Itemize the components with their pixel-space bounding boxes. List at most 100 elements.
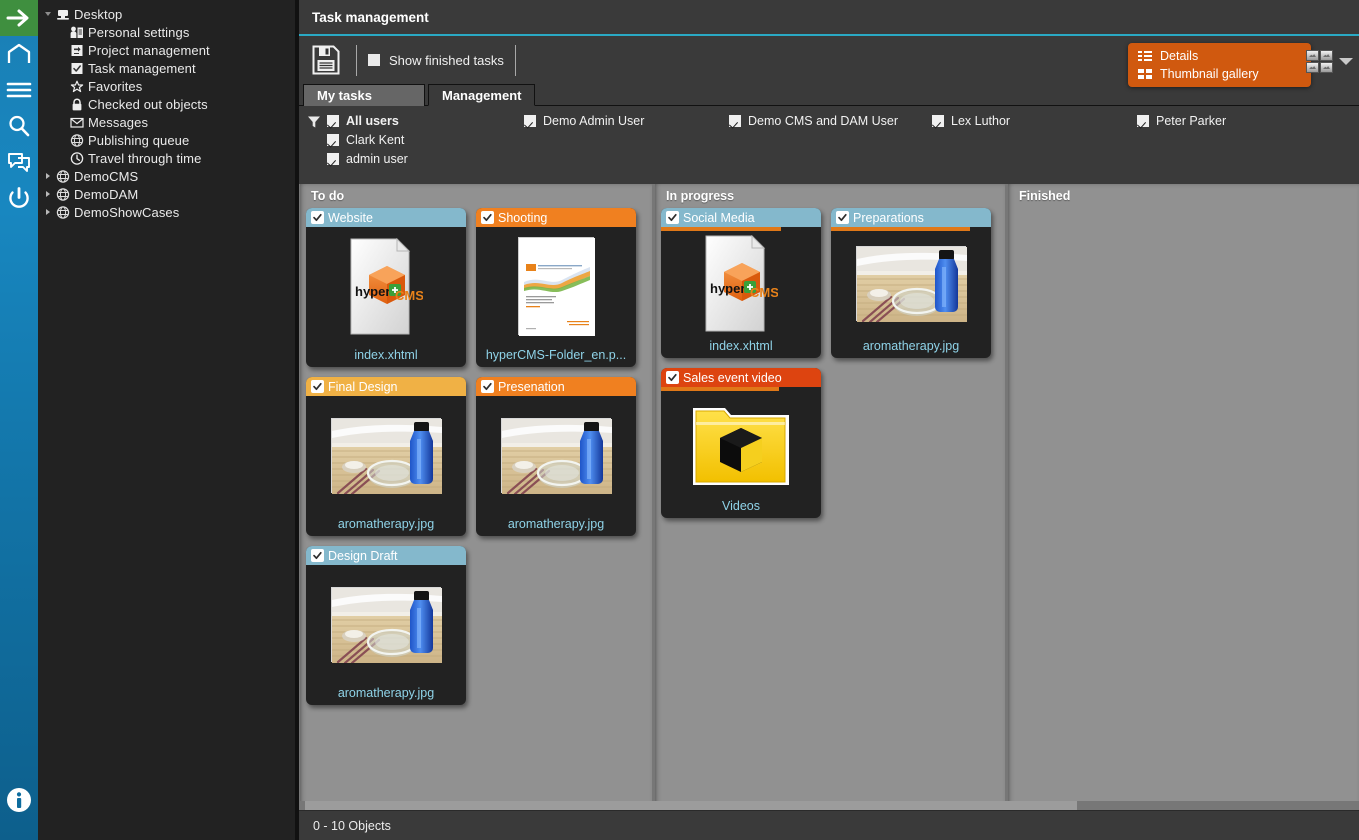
card-checkbox-icon[interactable] (311, 380, 324, 393)
card-file-label[interactable]: index.xhtml (661, 336, 821, 353)
card-thumbnail[interactable] (306, 396, 466, 514)
user-filter-demo-cms-and-dam-user[interactable]: Demo CMS and DAM User (729, 112, 932, 129)
card-header[interactable]: Preparations (831, 208, 991, 227)
tree-item-publishing-queue[interactable]: Publishing queue (38, 131, 295, 149)
twisty-icon[interactable] (42, 172, 54, 180)
tree-item-task-management[interactable]: Task management (38, 59, 295, 77)
card-header[interactable]: Social Media (661, 208, 821, 227)
card-file-label[interactable]: index.xhtml (306, 345, 466, 362)
kanban-column-todo[interactable]: To do WebsitehyperCMSindex.xhtmlShooting… (300, 184, 652, 810)
power-icon[interactable] (0, 180, 38, 216)
tree-item-desktop[interactable]: Desktop (38, 5, 295, 23)
twisty-icon[interactable] (42, 190, 54, 198)
user-filter-label: Demo Admin User (543, 114, 644, 128)
thumbnail-grid-icon[interactable] (1306, 50, 1333, 73)
task-card[interactable]: Sales event video Videos (661, 368, 821, 518)
tree-item-messages[interactable]: Messages (38, 113, 295, 131)
user-filter-label: All users (346, 114, 399, 128)
user-filter-label: Lex Luthor (951, 114, 1010, 128)
tree-item-label: Desktop (71, 7, 122, 22)
home-icon[interactable] (0, 36, 38, 72)
card-checkbox-icon[interactable] (481, 211, 494, 224)
card-thumbnail[interactable]: hyperCMS (306, 227, 466, 345)
view-mode-menu[interactable]: DetailsThumbnail gallery (1128, 43, 1311, 87)
tree-item-favorites[interactable]: Favorites (38, 77, 295, 95)
person-icon (68, 26, 85, 39)
card-thumbnail[interactable] (661, 391, 821, 496)
user-filter-all-users[interactable]: All users (327, 112, 524, 129)
user-filter-demo-admin-user[interactable]: Demo Admin User (524, 112, 729, 129)
tree-item-label: DemoDAM (71, 187, 138, 202)
card-checkbox-icon[interactable] (836, 211, 849, 224)
tree-item-label: DemoCMS (71, 169, 138, 184)
kanban-column-inprogress[interactable]: In progress Social MediahyperCMSindex.xh… (655, 184, 1005, 810)
user-filter-admin-user[interactable]: admin user (327, 150, 524, 167)
task-card[interactable]: Design Draft aromatherapy.jpg (306, 546, 466, 705)
view-toggle-group[interactable] (1306, 50, 1353, 73)
card-title: Social Media (683, 211, 755, 225)
user-filter-clark-kent[interactable]: Clark Kent (327, 131, 524, 148)
card-file-label[interactable]: hyperCMS-Folder_en.p... (476, 345, 636, 362)
card-checkbox-icon[interactable] (666, 371, 679, 384)
tree-item-personal-settings[interactable]: Personal settings (38, 23, 295, 41)
task-card[interactable]: Presenation aromatherapy.jpg (476, 377, 636, 536)
tree-item-project-management[interactable]: Project management (38, 41, 295, 59)
user-filter-lex-luthor[interactable]: Lex Luthor (932, 112, 1137, 129)
tree-item-democms[interactable]: DemoCMS (38, 167, 295, 185)
navigation-tree[interactable]: DesktopPersonal settingsProject manageme… (38, 0, 295, 840)
card-header[interactable]: Final Design (306, 377, 466, 396)
card-file-label[interactable]: aromatherapy.jpg (306, 683, 466, 700)
user-filter-peter-parker[interactable]: Peter Parker (1137, 112, 1342, 129)
card-header[interactable]: Shooting (476, 208, 636, 227)
card-thumbnail[interactable]: hyperCMS (661, 231, 821, 336)
twisty-icon[interactable] (42, 10, 54, 18)
card-header[interactable]: Presenation (476, 377, 636, 396)
card-checkbox-icon[interactable] (311, 549, 324, 562)
card-file-label[interactable]: aromatherapy.jpg (831, 336, 991, 353)
filter-icon[interactable] (307, 112, 327, 134)
card-file-label[interactable]: aromatherapy.jpg (476, 514, 636, 531)
task-card[interactable]: Shooting hyperCMS-Folder_en.p... (476, 208, 636, 367)
tree-item-demoshowcases[interactable]: DemoShowCases (38, 203, 295, 221)
save-button[interactable] (307, 42, 345, 78)
tree-item-travel-through-time[interactable]: Travel through time (38, 149, 295, 167)
tree-item-demodam[interactable]: DemoDAM (38, 185, 295, 203)
show-finished-tasks-checkbox[interactable]: Show finished tasks (368, 53, 504, 68)
desktop-icon (54, 8, 71, 21)
card-checkbox-icon[interactable] (481, 380, 494, 393)
info-icon[interactable] (0, 782, 38, 818)
card-file-label[interactable]: Videos (661, 496, 821, 513)
search-icon[interactable] (0, 108, 38, 144)
arrow-right-icon[interactable] (0, 0, 38, 36)
task-card[interactable]: Preparations aromatherapy.jpg (831, 208, 991, 358)
card-checkbox-icon[interactable] (666, 211, 679, 224)
card-thumbnail[interactable] (831, 231, 991, 336)
horizontal-scrollbar[interactable] (299, 801, 1359, 810)
kanban-column-finished[interactable]: Finished (1008, 184, 1359, 810)
card-header[interactable]: Sales event video (661, 368, 821, 387)
view-menu-item-thumbnail-gallery[interactable]: Thumbnail gallery (1128, 65, 1311, 83)
card-thumbnail[interactable] (306, 565, 466, 683)
star-icon (68, 80, 85, 93)
task-card[interactable]: Final Design aromatherapy.jpg (306, 377, 466, 536)
hypercms-document-icon: hyperCMS (349, 238, 423, 335)
chevron-down-icon[interactable] (1339, 58, 1353, 65)
tree-item-checked-out-objects[interactable]: Checked out objects (38, 95, 295, 113)
card-checkbox-icon[interactable] (311, 211, 324, 224)
twisty-icon[interactable] (42, 208, 54, 216)
card-thumbnail[interactable] (476, 396, 636, 514)
card-file-label[interactable]: aromatherapy.jpg (306, 514, 466, 531)
chat-icon[interactable] (0, 144, 38, 180)
menu-icon[interactable] (0, 72, 38, 108)
globe-icon (54, 170, 71, 183)
filter-column: Demo Admin User (524, 112, 729, 167)
view-menu-item-details[interactable]: Details (1128, 47, 1311, 65)
status-bar: 0 - 10 Objects (299, 810, 1359, 840)
task-card[interactable]: Website hyperCMS index.xhtml (306, 208, 466, 367)
card-thumbnail[interactable] (476, 227, 636, 345)
task-card[interactable]: Social Media hyperCMSindex.xhtml (661, 208, 821, 358)
tab-management[interactable]: Management (428, 84, 535, 106)
card-header[interactable]: Design Draft (306, 546, 466, 565)
tab-my-tasks[interactable]: My tasks (303, 84, 425, 106)
card-header[interactable]: Website (306, 208, 466, 227)
